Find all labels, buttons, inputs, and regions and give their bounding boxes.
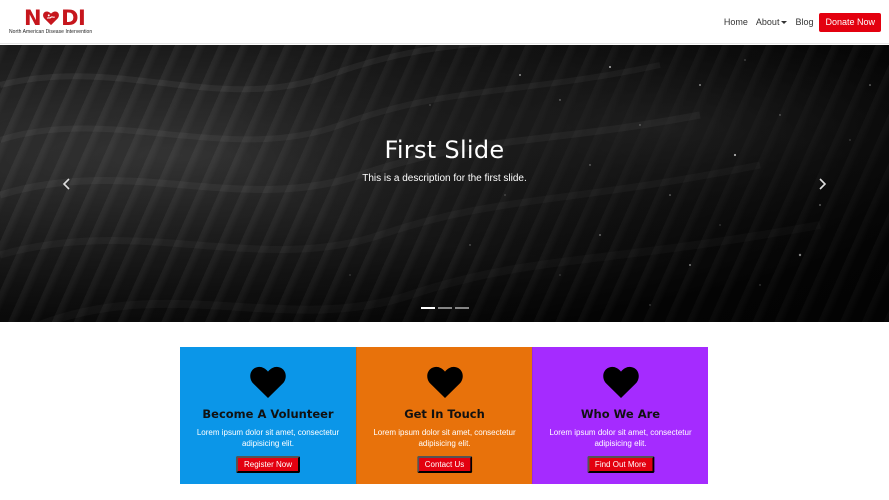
carousel-indicator-3[interactable] (455, 307, 469, 309)
logo-mark: N DI (24, 6, 86, 30)
brand-logo[interactable]: N DI North American Disease Intervention (9, 7, 99, 37)
card-volunteer: Become A Volunteer Lorem ipsum dolor sit… (180, 347, 356, 484)
card-title: Who We Are (580, 407, 661, 421)
card-who-we-are: Who We Are Lorem ipsum dolor sit amet, c… (532, 347, 708, 484)
find-out-more-button[interactable]: Find Out More (586, 456, 655, 473)
card-title: Become A Volunteer (202, 407, 334, 421)
nav-link-blog[interactable]: Blog (795, 17, 813, 27)
heart-icon (427, 366, 463, 398)
nav-link-home[interactable]: Home (724, 17, 748, 27)
card-contact: Get In Touch Lorem ipsum dolor sit amet,… (356, 347, 532, 484)
feature-cards: Become A Volunteer Lorem ipsum dolor sit… (180, 347, 709, 484)
logo-heart-icon (43, 11, 59, 26)
card-text: Lorem ipsum dolor sit amet, consectetur … (373, 428, 516, 448)
card-title: Get In Touch (404, 407, 485, 421)
nav-link-blog-label: Blog (795, 17, 814, 27)
heart-icon (603, 366, 639, 398)
carousel-indicator-1[interactable] (421, 307, 435, 309)
carousel-indicator-2[interactable] (438, 307, 452, 309)
main-nav: Home About Blog Donate Now (716, 12, 881, 32)
nav-link-home-label: Home (723, 17, 748, 27)
logo-letters-left: N (24, 6, 42, 30)
navbar: N DI North American Disease Intervention… (0, 0, 889, 44)
hero-carousel: First Slide This is a description for th… (0, 45, 889, 322)
nav-link-about[interactable]: About (756, 17, 788, 27)
card-text: Lorem ipsum dolor sit amet, consectetur … (196, 428, 340, 448)
logo-letters-right: DI (61, 6, 86, 30)
heart-icon (250, 366, 286, 398)
donate-now-button[interactable]: Donate Now (819, 12, 881, 32)
slide-title: First Slide (384, 136, 505, 164)
carousel-indicators (421, 307, 472, 309)
logo-tagline: North American Disease Intervention (9, 29, 93, 35)
contact-us-button[interactable]: Contact Us (416, 456, 473, 473)
card-text: Lorem ipsum dolor sit amet, consectetur … (549, 428, 692, 448)
register-now-button[interactable]: Register Now (235, 456, 301, 473)
caret-down-icon (781, 20, 788, 24)
slide-description: This is a description for the first slid… (362, 173, 527, 184)
nav-link-about-label: About (755, 17, 780, 27)
